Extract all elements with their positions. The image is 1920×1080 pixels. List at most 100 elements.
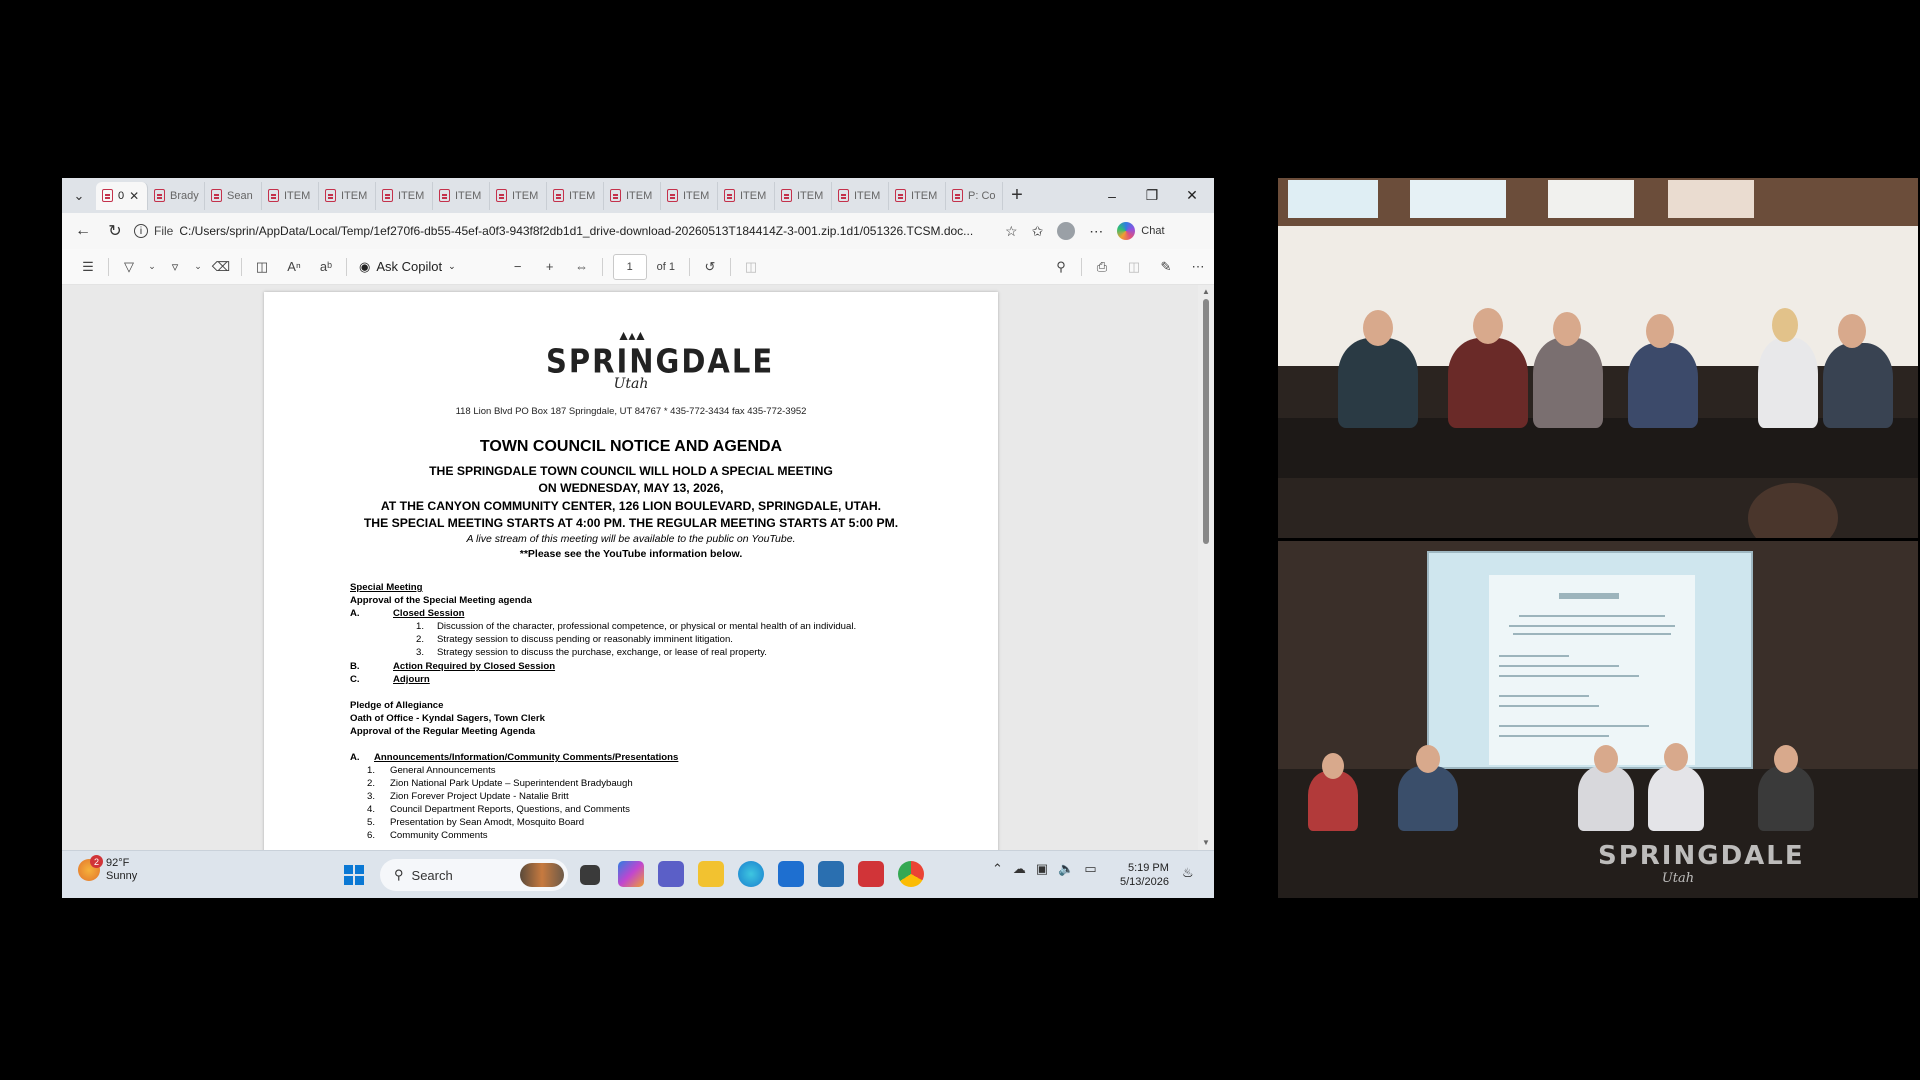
search-icon[interactable]: ⚲ xyxy=(1045,253,1077,281)
ask-copilot-button[interactable]: ◉ Ask Copilot ⌄ xyxy=(351,259,464,275)
draw-icon[interactable]: ▿ xyxy=(159,253,191,281)
task-view-icon[interactable] xyxy=(580,865,600,885)
info-icon[interactable]: i xyxy=(134,224,148,238)
new-tab-button[interactable]: + xyxy=(1003,184,1031,207)
edge-icon[interactable] xyxy=(738,861,764,887)
close-tab-icon[interactable]: ✕ xyxy=(129,189,139,203)
pledge-line: Pledge of Allegiance xyxy=(350,700,444,711)
livestream-note: A live stream of this meeting will be av… xyxy=(466,533,796,545)
pdf-icon xyxy=(325,189,336,202)
copilot-icon[interactable] xyxy=(1117,222,1136,240)
action-heading: Action Required by Closed Session xyxy=(393,661,556,672)
page-number-input[interactable]: 1 xyxy=(612,253,647,280)
tab[interactable]: ITEM xyxy=(376,181,433,210)
list-item: Strategy session to discuss the purchase… xyxy=(437,647,767,658)
windows-start-icon[interactable] xyxy=(344,865,364,885)
volume-mute-icon[interactable]: 🔈 xyxy=(1058,861,1074,877)
display-icon[interactable]: ▣ xyxy=(1036,861,1048,877)
tray-expand-icon[interactable]: ⌃ xyxy=(992,861,1003,877)
contents-icon[interactable]: ☰ xyxy=(72,253,104,281)
tab[interactable]: ITEM xyxy=(547,181,604,210)
sun-icon: 2 xyxy=(78,855,103,881)
tab[interactable]: P: Co xyxy=(946,181,1003,210)
projection-screen xyxy=(1427,551,1753,769)
save-icon[interactable]: ◫ xyxy=(1118,253,1150,281)
minimize-icon[interactable]: – xyxy=(1092,178,1132,213)
copilot-app-icon[interactable] xyxy=(618,861,644,887)
fit-page-icon[interactable]: ⇔ xyxy=(566,253,598,281)
page-view-icon[interactable]: ◫ xyxy=(246,253,278,281)
more-menu-icon[interactable]: ⋯ xyxy=(1089,223,1103,240)
tab-label: ITEM xyxy=(854,189,881,202)
list-item: Zion National Park Update – Superintende… xyxy=(390,778,633,789)
onedrive-off-icon[interactable]: ☁ xyxy=(1013,861,1026,877)
more-options-icon[interactable]: ⋯ xyxy=(1182,253,1214,281)
tab-list-chevron-icon[interactable]: ⌄ xyxy=(62,178,96,213)
pdf-icon xyxy=(102,189,113,202)
two-page-icon[interactable]: ◫ xyxy=(735,253,767,281)
refresh-icon[interactable]: ↻ xyxy=(102,218,128,244)
tab[interactable]: ITEM xyxy=(604,181,661,210)
tab-label: ITEM xyxy=(683,189,710,202)
app-icon[interactable] xyxy=(858,861,884,887)
save-as-icon[interactable]: ✎ xyxy=(1150,253,1182,281)
chat-label[interactable]: Chat xyxy=(1141,225,1164,237)
youtube-note: **Please see the YouTube information bel… xyxy=(519,548,743,560)
tab[interactable]: ITEM xyxy=(718,181,775,210)
read-aloud-icon[interactable]: Aⁿ xyxy=(278,253,310,281)
draw-dropdown-icon[interactable]: ⌄ xyxy=(191,253,205,281)
browser-tab-bar: ⌄ 0 ✕ Brady Sean ITEM ITEM ITEM ITEM ITEM ITEM I… xyxy=(62,178,1214,213)
app-icon[interactable] xyxy=(818,861,844,887)
tab-active[interactable]: 0 ✕ xyxy=(96,181,148,210)
print-icon[interactable]: ⎙ xyxy=(1086,253,1118,281)
scrollbar[interactable]: ▲ ▼ xyxy=(1198,285,1214,850)
highlight-dropdown-icon[interactable]: ⌄ xyxy=(145,253,159,281)
profile-avatar[interactable] xyxy=(1057,222,1076,240)
zoom-in-icon[interactable]: + xyxy=(534,253,566,281)
taskbar-search[interactable]: ⚲ Search xyxy=(380,859,568,891)
tab[interactable]: ITEM xyxy=(832,181,889,210)
list-item: Community Comments xyxy=(390,830,488,841)
translate-icon[interactable]: aᵇ xyxy=(310,253,342,281)
tab[interactable]: ITEM xyxy=(661,181,718,210)
favorite-star-icon[interactable]: ☆ xyxy=(1005,223,1018,240)
address-bar[interactable]: i File C:/Users/sprin/AppData/Local/Temp… xyxy=(134,218,999,244)
chrome-icon[interactable] xyxy=(898,861,924,887)
rotate-icon[interactable]: ↺ xyxy=(694,253,726,281)
clock[interactable]: 5:19 PM 5/13/2026 xyxy=(1120,861,1169,889)
list-item: Council Department Reports, Questions, a… xyxy=(390,804,630,815)
tab-label: Brady xyxy=(170,189,199,202)
announcements-heading: Announcements/Information/Community Comm… xyxy=(374,752,679,763)
notice-line: AT THE CANYON COMMUNITY CENTER, 126 LION… xyxy=(380,499,882,513)
zoom-out-icon[interactable]: − xyxy=(502,253,534,281)
file-explorer-icon[interactable] xyxy=(698,861,724,887)
pdf-icon xyxy=(724,189,735,202)
restore-icon[interactable]: ❐ xyxy=(1132,178,1172,213)
pdf-page: ▲▴▲ SPRINGDALE Utah 118 Lion Blvd PO Box… xyxy=(264,292,998,850)
highlight-icon[interactable]: ▽ xyxy=(113,253,145,281)
back-icon[interactable]: ← xyxy=(70,218,96,244)
tab[interactable]: ITEM xyxy=(433,181,490,210)
tab-label: P: Co xyxy=(968,189,996,202)
tab[interactable]: Brady xyxy=(148,181,205,210)
tab-label: ITEM xyxy=(626,189,653,202)
tab[interactable]: ITEM xyxy=(775,181,832,210)
tab[interactable]: ITEM xyxy=(490,181,547,210)
close-window-icon[interactable]: ✕ xyxy=(1172,178,1212,213)
tab[interactable]: ITEM xyxy=(319,181,376,210)
scrollbar-thumb[interactable] xyxy=(1203,299,1209,544)
tab[interactable]: ITEM xyxy=(262,181,319,210)
teams-icon[interactable] xyxy=(658,861,684,887)
tab[interactable]: Sean xyxy=(205,181,262,210)
springdale-watermark: SPRINGDALE Utah xyxy=(1598,841,1805,886)
pdf-icon xyxy=(553,189,564,202)
store-icon[interactable] xyxy=(778,861,804,887)
notification-bell-icon[interactable]: ♨ xyxy=(1182,865,1194,881)
erase-icon[interactable]: ⌫ xyxy=(205,253,237,281)
favorites-icon[interactable]: ✩ xyxy=(1032,223,1044,240)
battery-icon[interactable]: ▭ xyxy=(1084,861,1096,877)
list-item: Strategy session to discuss pending or r… xyxy=(437,634,733,645)
weather-widget[interactable]: 2 92°F Sunny xyxy=(78,855,137,883)
tab[interactable]: ITEM xyxy=(889,181,946,210)
url-text: C:/Users/sprin/AppData/Local/Temp/1ef270… xyxy=(179,224,974,238)
